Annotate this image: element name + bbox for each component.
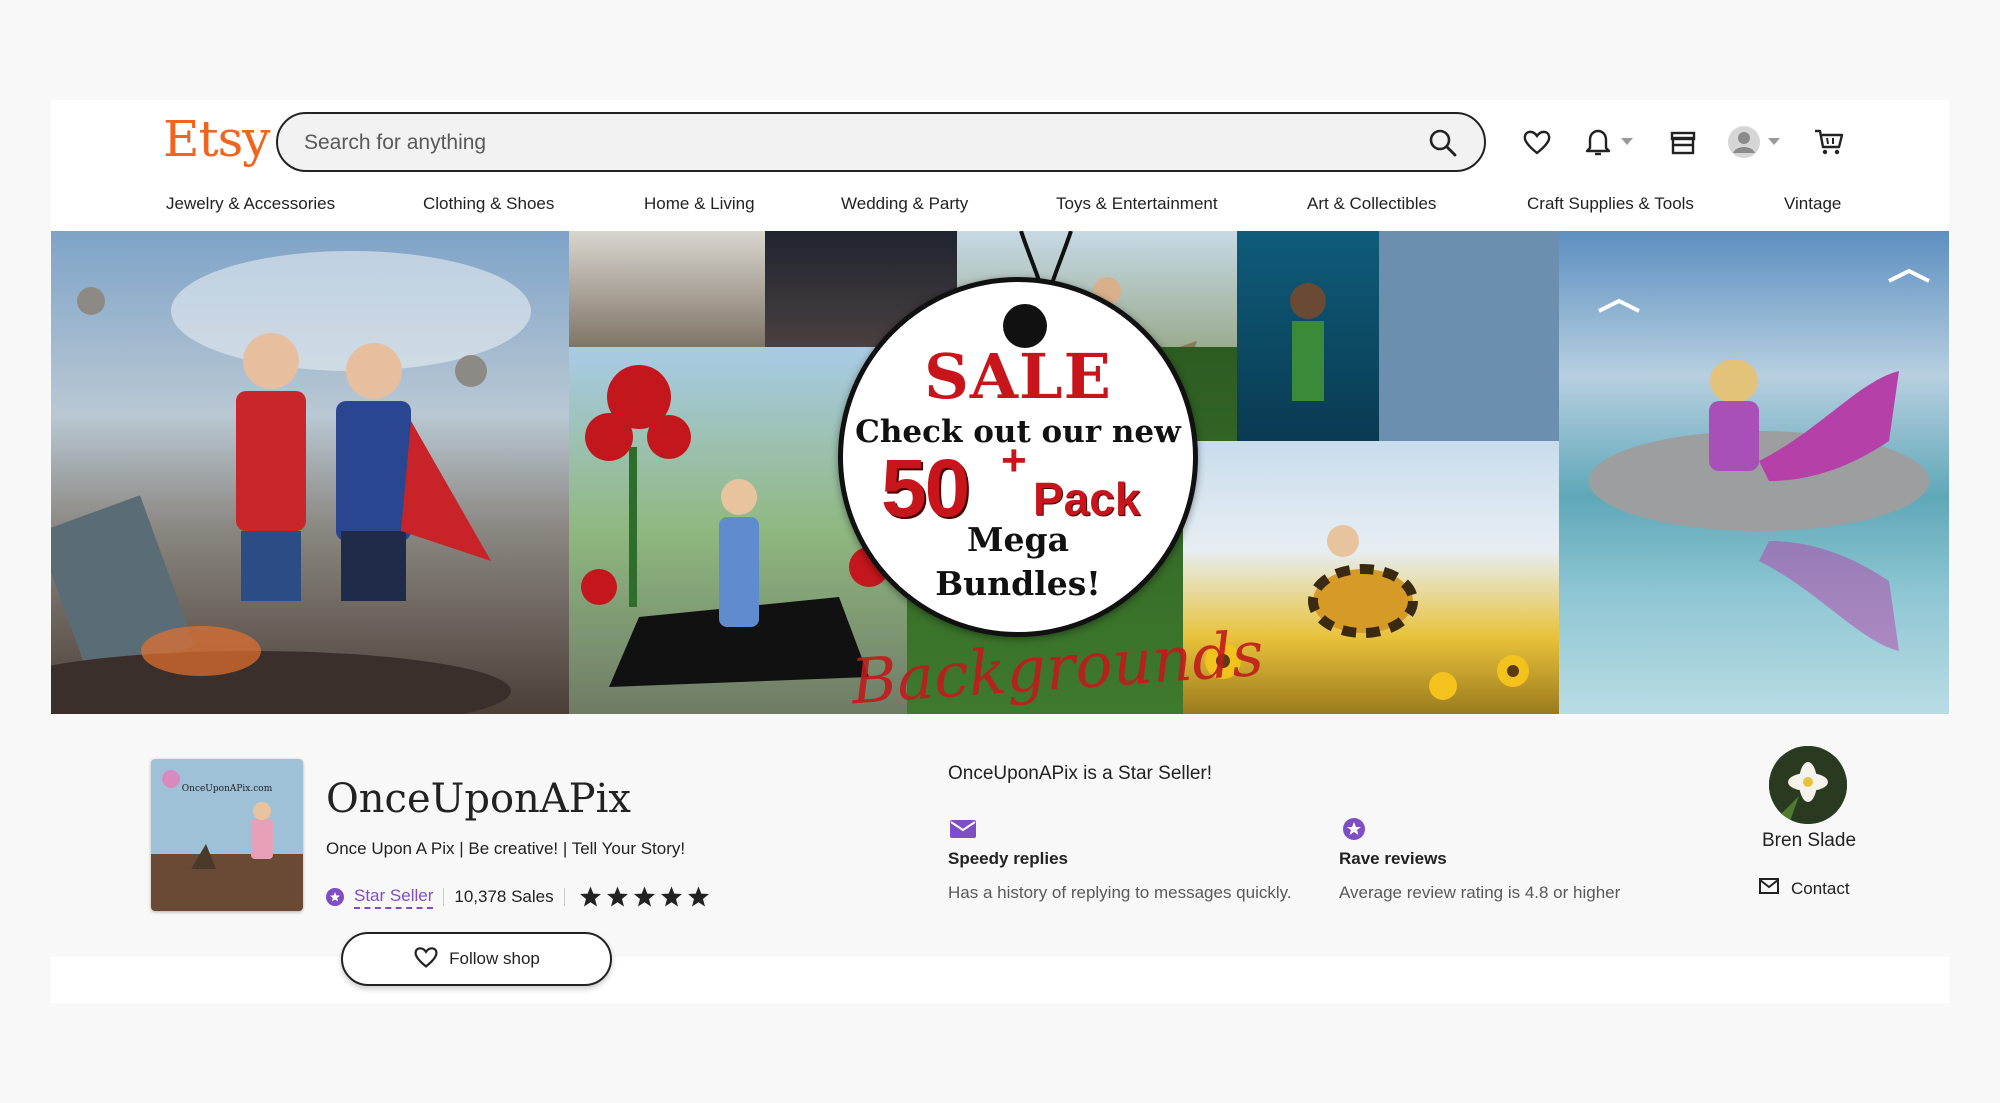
nav-item-clothing[interactable]: Clothing & Shoes [423,194,554,214]
star-icon [687,886,709,907]
perk-title: Rave reviews [1339,849,1447,868]
shop-avatar-text: OnceUponAPix.com [182,784,273,794]
banner-photo-superheroes [51,231,569,714]
category-nav: Jewelry & Accessories Clothing & Shoes H… [51,194,1949,228]
star-icon [660,886,682,907]
mail-icon [1759,878,1779,899]
divider [563,888,565,906]
banner-photo-window [569,231,765,347]
etsy-logo[interactable]: Etsy [163,110,270,168]
shop-avatar[interactable]: OnceUponAPix.com [151,759,303,911]
shop-name: OnceUponAPix [326,776,631,822]
perk-speedy-replies: Speedy replies Has a history of replying… [948,816,1292,903]
bell-icon[interactable] [1578,120,1618,164]
search-input[interactable]: Search for anything [304,131,486,155]
tag-plus: + [1001,436,1027,485]
owner-name: Bren Slade [1762,830,1857,851]
shop-banner: SALE Check out our new 50 + Pack Mega Bu… [51,231,1949,714]
star-seller-title: OnceUponAPix is a Star Seller! [948,763,1213,784]
heart-icon[interactable] [1517,120,1557,164]
star-icon [633,886,655,907]
nav-item-vintage[interactable]: Vintage [1784,194,1841,214]
nav-item-art[interactable]: Art & Collectibles [1307,194,1436,214]
contact-label: Contact [1791,878,1850,898]
site-header: Etsy Search for anything Jewelry & Acces… [51,100,1949,230]
tag-pack: Pack [1033,473,1141,525]
star-icon [606,886,628,907]
page: Etsy Search for anything Jewelry & Acces… [51,100,1949,1003]
perk-desc: Has a history of replying to messages qu… [948,883,1292,902]
heart-icon [413,945,439,974]
rating-row: Star Seller 10,378 Sales [326,882,712,912]
star-badge-icon [326,888,344,906]
nav-item-toys[interactable]: Toys & Entertainment [1056,194,1218,214]
tag-sale-text: SALE [924,340,1112,413]
nav-item-home[interactable]: Home & Living [644,194,755,214]
perk-rave-reviews: Rave reviews Average review rating is 4.… [1339,816,1620,903]
nav-item-wedding[interactable]: Wedding & Party [841,194,968,214]
chevron-down-icon[interactable] [1621,138,1633,145]
follow-shop-label: Follow shop [449,949,540,968]
shop-tagline: Once Upon A Pix | Be creative! | Tell Yo… [326,839,686,858]
banner-photo-underwater [1237,231,1379,441]
star-seller-link[interactable]: Star Seller [354,886,434,909]
sale-tag: SALE Check out our new 50 + Pack Mega Bu… [838,277,1198,637]
search-icon[interactable] [1428,128,1458,158]
shop-info: OnceUponAPix.com OnceUponAPix Once Upon … [51,714,1949,986]
mail-icon [948,816,978,842]
search-bar[interactable]: Search for anything [276,112,1486,172]
account-icon[interactable] [1724,120,1764,164]
star-badge-icon [1339,816,1369,842]
gift-icon[interactable] [1663,120,1703,164]
divider [443,888,445,906]
rating-stars[interactable] [577,885,712,909]
follow-shop-button[interactable]: Follow shop [341,932,612,986]
contact-button[interactable]: Contact [1759,878,1850,899]
nav-item-craft[interactable]: Craft Supplies & Tools [1527,194,1694,214]
perk-desc: Average review rating is 4.8 or higher [1339,883,1621,902]
tag-line-mega: Mega [967,520,1069,559]
sales-count[interactable]: 10,378 Sales [454,887,553,907]
chevron-down-icon[interactable] [1768,138,1780,145]
owner-avatar[interactable] [1769,746,1847,824]
nav-item-jewelry[interactable]: Jewelry & Accessories [166,194,335,214]
tag-line-bundles: Bundles! [935,564,1101,603]
cart-icon[interactable] [1809,120,1849,164]
banner-photo-mermaid [1559,231,1949,714]
perk-title: Speedy replies [948,849,1069,868]
star-icon [579,886,601,907]
